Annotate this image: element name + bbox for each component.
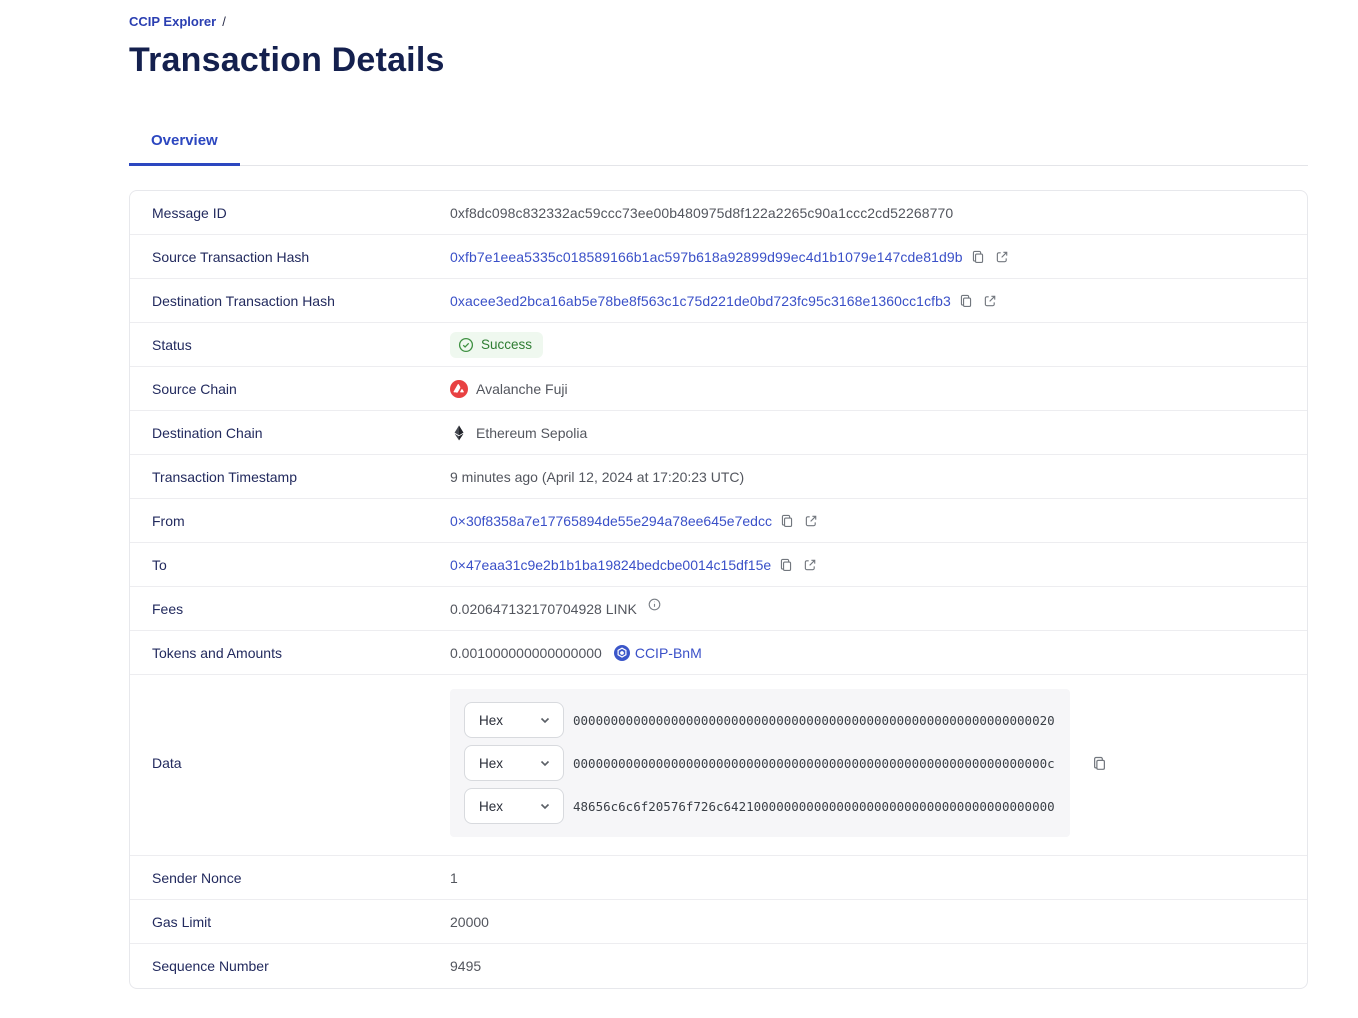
dest-tx-hash-link[interactable]: 0xacee3ed2bca16ab5e78be8f563c1c75d221de0…	[450, 293, 951, 309]
row-source-chain: Source Chain Avalanche Fuji	[130, 367, 1307, 411]
data-label: Data	[152, 755, 450, 771]
hex-format-value: Hex	[479, 713, 503, 728]
data-hex-line-2: 0000000000000000000000000000000000000000…	[573, 756, 1055, 771]
row-message-id: Message ID 0xf8dc098c832332ac59ccc73ee00…	[130, 191, 1307, 235]
token-amount: 0.001000000000000000	[450, 645, 602, 661]
row-sender-nonce: Sender Nonce 1	[130, 856, 1307, 900]
gas-limit-label: Gas Limit	[152, 914, 450, 930]
to-label: To	[152, 557, 450, 573]
sender-nonce-value: 1	[450, 870, 458, 886]
data-line: Hex 48656c6c6f20576f726c6421000000000000…	[464, 788, 1056, 824]
tab-bar: Overview	[129, 122, 1308, 166]
status-badge-text: Success	[481, 337, 532, 352]
hex-format-value: Hex	[479, 799, 503, 814]
chevron-down-icon	[539, 800, 551, 812]
row-data: Data Hex 0000000000000000000000000000000…	[130, 675, 1307, 856]
source-tx-hash-link[interactable]: 0xfb7e1eea5335c018589166b1ac597b618a9289…	[450, 249, 963, 265]
timestamp-value: 9 minutes ago (April 12, 2024 at 17:20:2…	[450, 469, 744, 485]
transaction-details-card: Message ID 0xf8dc098c832332ac59ccc73ee00…	[129, 190, 1308, 989]
status-badge: Success	[450, 332, 543, 358]
from-address-link[interactable]: 0×30f8358a7e17765894de55e294a78ee645e7ed…	[450, 513, 772, 529]
dest-chain-label: Destination Chain	[152, 425, 450, 441]
hex-format-select[interactable]: Hex	[464, 702, 564, 738]
chevron-down-icon	[539, 757, 551, 769]
data-line: Hex 000000000000000000000000000000000000…	[464, 745, 1056, 781]
gas-limit-value: 20000	[450, 914, 489, 930]
copy-icon[interactable]	[780, 514, 794, 528]
breadcrumb-separator: /	[222, 14, 226, 29]
fees-label: Fees	[152, 601, 450, 617]
sequence-number-label: Sequence Number	[152, 958, 450, 974]
hex-format-select[interactable]: Hex	[464, 788, 564, 824]
data-line: Hex 000000000000000000000000000000000000…	[464, 702, 1056, 738]
source-chain-value: Avalanche Fuji	[476, 381, 568, 397]
data-hex-line-1: 0000000000000000000000000000000000000000…	[573, 713, 1055, 728]
row-dest-chain: Destination Chain Ethereum Sepolia	[130, 411, 1307, 455]
ethereum-icon	[450, 424, 468, 442]
status-label: Status	[152, 337, 450, 353]
row-fees: Fees 0.020647132170704928 LINK	[130, 587, 1307, 631]
external-link-icon[interactable]	[995, 250, 1009, 264]
info-icon[interactable]	[648, 598, 661, 611]
sequence-number-value: 9495	[450, 958, 481, 974]
hex-format-select[interactable]: Hex	[464, 745, 564, 781]
external-link-icon[interactable]	[983, 294, 997, 308]
page-title: Transaction Details	[129, 41, 1308, 80]
dest-tx-hash-label: Destination Transaction Hash	[152, 293, 450, 309]
copy-icon[interactable]	[1092, 756, 1107, 771]
row-dest-tx-hash: Destination Transaction Hash 0xacee3ed2b…	[130, 279, 1307, 323]
source-chain-label: Source Chain	[152, 381, 450, 397]
avalanche-icon	[450, 380, 468, 398]
message-id-value: 0xf8dc098c832332ac59ccc73ee00b480975d8f1…	[450, 205, 953, 221]
fees-value: 0.020647132170704928 LINK	[450, 601, 637, 617]
copy-icon[interactable]	[779, 558, 793, 572]
tab-overview[interactable]: Overview	[129, 122, 240, 166]
external-link-icon[interactable]	[804, 514, 818, 528]
row-to: To 0×47eaa31c9e2b1b1ba19824bedcbe0014c15…	[130, 543, 1307, 587]
sender-nonce-label: Sender Nonce	[152, 870, 450, 886]
token-link-text: CCIP-BnM	[635, 645, 702, 661]
source-tx-hash-label: Source Transaction Hash	[152, 249, 450, 265]
row-sequence-number: Sequence Number 9495	[130, 944, 1307, 988]
message-id-label: Message ID	[152, 205, 450, 221]
data-hex-line-3: 48656c6c6f20576f726c64210000000000000000…	[573, 799, 1055, 814]
row-gas-limit: Gas Limit 20000	[130, 900, 1307, 944]
dest-chain-value: Ethereum Sepolia	[476, 425, 587, 441]
row-timestamp: Transaction Timestamp 9 minutes ago (Apr…	[130, 455, 1307, 499]
copy-icon[interactable]	[959, 294, 973, 308]
tokens-amounts-label: Tokens and Amounts	[152, 645, 450, 661]
timestamp-label: Transaction Timestamp	[152, 469, 450, 485]
breadcrumb: CCIP Explorer /	[129, 14, 1308, 29]
hex-format-value: Hex	[479, 756, 503, 771]
row-source-tx-hash: Source Transaction Hash 0xfb7e1eea5335c0…	[130, 235, 1307, 279]
row-from: From 0×30f8358a7e17765894de55e294a78ee64…	[130, 499, 1307, 543]
external-link-icon[interactable]	[803, 558, 817, 572]
breadcrumb-link-ccip-explorer[interactable]: CCIP Explorer	[129, 14, 216, 29]
row-status: Status Success	[130, 323, 1307, 367]
from-label: From	[152, 513, 450, 529]
check-circle-icon	[458, 337, 474, 353]
ccip-bnm-token-icon	[614, 645, 630, 661]
token-link[interactable]: CCIP-BnM	[614, 645, 702, 661]
row-tokens-amounts: Tokens and Amounts 0.001000000000000000 …	[130, 631, 1307, 675]
chevron-down-icon	[539, 714, 551, 726]
data-hex-box: Hex 000000000000000000000000000000000000…	[450, 689, 1070, 837]
copy-icon[interactable]	[971, 250, 985, 264]
to-address-link[interactable]: 0×47eaa31c9e2b1b1ba19824bedcbe0014c15df1…	[450, 557, 771, 573]
transaction-details-page: CCIP Explorer / Transaction Details Over…	[0, 0, 1358, 989]
